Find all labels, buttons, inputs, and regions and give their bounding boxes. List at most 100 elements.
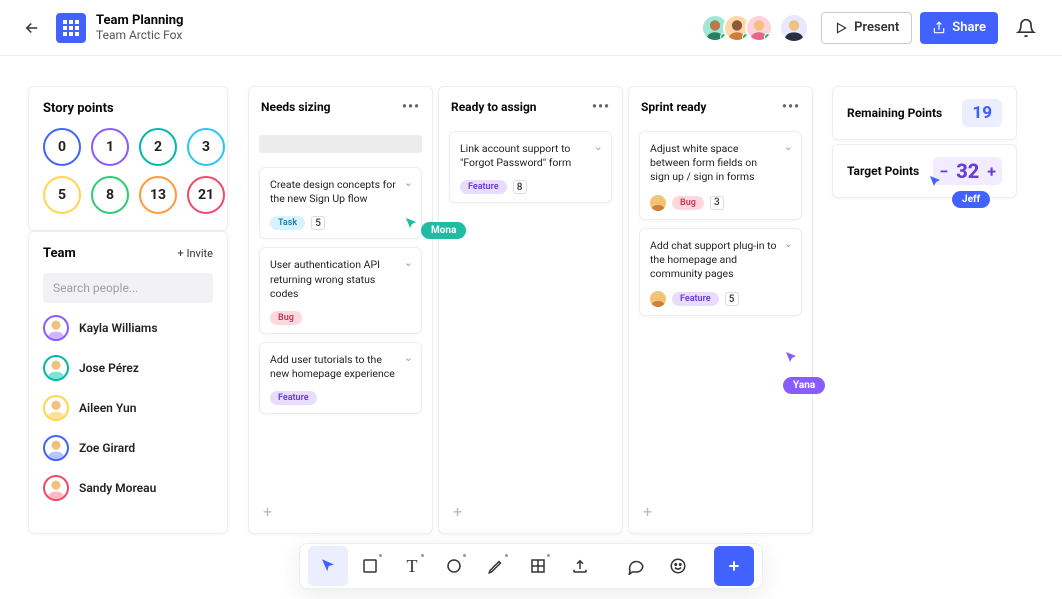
target-points-label: Target Points xyxy=(847,164,919,178)
share-button[interactable]: Share xyxy=(920,12,998,44)
circle-icon xyxy=(445,557,463,575)
chevron-down-icon[interactable]: ⌄ xyxy=(784,237,793,250)
team-member-row[interactable]: Sandy Moreau xyxy=(43,475,213,501)
story-point-chip[interactable]: 1 xyxy=(91,128,129,166)
tool-comment[interactable] xyxy=(616,546,656,586)
story-point-chip[interactable]: 3 xyxy=(187,128,225,166)
column-title: Sprint ready xyxy=(641,100,706,114)
board-title: Team Planning xyxy=(96,13,183,28)
add-card-button[interactable]: + xyxy=(259,496,422,527)
avatar xyxy=(43,475,69,501)
collaborator-mona-label: Mona xyxy=(421,222,466,239)
column-ready-to-assign: Ready to assign ••• ⌄Link account suppor… xyxy=(438,86,623,534)
remaining-points-widget: Remaining Points 19 xyxy=(832,86,1017,140)
avatar xyxy=(43,315,69,341)
cursor-icon xyxy=(405,217,417,229)
cursor-icon xyxy=(785,351,797,363)
team-member-row[interactable]: Aileen Yun xyxy=(43,395,213,421)
chevron-down-icon[interactable]: ⌄ xyxy=(784,140,793,153)
column-menu-button[interactable]: ••• xyxy=(592,99,610,115)
card-title: Adjust white space between form fields o… xyxy=(650,142,791,185)
tool-upload[interactable] xyxy=(560,546,600,586)
story-point-chip[interactable]: 0 xyxy=(43,128,81,166)
column-sprint-ready: Sprint ready ••• ⌄Adjust white space bet… xyxy=(628,86,813,534)
tool-pen[interactable] xyxy=(476,546,516,586)
story-point-chip[interactable]: 2 xyxy=(139,128,177,166)
cursor-icon xyxy=(929,175,941,187)
card-tag: Feature xyxy=(460,180,507,194)
task-card[interactable]: ⌄Add user tutorials to the new homepage … xyxy=(259,342,422,414)
target-points-value: 32 xyxy=(956,159,979,183)
tool-sticky-note[interactable] xyxy=(350,546,390,586)
story-point-chip[interactable]: 13 xyxy=(139,176,177,214)
card-title: Add chat support plug-in to the homepage… xyxy=(650,239,791,282)
tool-text[interactable]: T xyxy=(392,546,432,586)
card-tag: Bug xyxy=(672,196,704,210)
task-card[interactable]: ⌄Link account support to "Forgot Passwor… xyxy=(449,131,612,203)
presence-avatar-self[interactable] xyxy=(779,13,809,43)
grid-icon xyxy=(529,557,547,575)
back-button[interactable] xyxy=(20,16,44,40)
present-label: Present xyxy=(854,20,899,35)
task-card[interactable]: ⌄Create design concepts for the new Sign… xyxy=(259,167,422,239)
task-card[interactable]: ⌄Adjust white space between form fields … xyxy=(639,131,802,220)
team-member-name: Sandy Moreau xyxy=(79,481,156,495)
bottom-toolbar: T xyxy=(299,543,763,589)
tool-reactions[interactable] xyxy=(658,546,698,586)
column-menu-button[interactable]: ••• xyxy=(402,99,420,115)
add-card-button[interactable]: + xyxy=(639,496,802,527)
collaborator-mona-cursor: Mona xyxy=(405,206,466,239)
story-points-grid: 0123581321 xyxy=(43,128,213,214)
task-card[interactable]: ⌄User authentication API returning wrong… xyxy=(259,247,422,334)
column-menu-button[interactable]: ••• xyxy=(782,99,800,115)
chevron-down-icon[interactable]: ⌄ xyxy=(404,176,413,189)
add-card-button[interactable]: + xyxy=(449,496,612,527)
avatar xyxy=(43,355,69,381)
chevron-down-icon[interactable]: ⌄ xyxy=(404,351,413,364)
card-points: 5 xyxy=(725,292,739,306)
presence-avatars[interactable] xyxy=(707,13,809,43)
chevron-down-icon[interactable]: ⌄ xyxy=(594,140,603,153)
team-panel: Team + Invite Kayla WilliamsJose PérezAi… xyxy=(28,231,228,534)
presence-avatar[interactable] xyxy=(745,14,773,42)
team-member-row[interactable]: Kayla Williams xyxy=(43,315,213,341)
tool-select[interactable] xyxy=(308,546,348,586)
task-card[interactable]: ⌄Add chat support plug-in to the homepag… xyxy=(639,228,802,317)
story-point-chip[interactable]: 21 xyxy=(187,176,225,214)
column-needs-sizing: Needs sizing ••• ⌄Create design concepts… xyxy=(248,86,433,534)
invite-button[interactable]: + Invite xyxy=(178,247,213,260)
collaborator-jeff-label: Jeff xyxy=(952,191,990,208)
title-block[interactable]: Team Planning Team Arctic Fox xyxy=(96,13,183,42)
team-member-name: Kayla Williams xyxy=(79,321,158,335)
team-member-name: Aileen Yun xyxy=(79,401,136,415)
team-member-row[interactable]: Jose Pérez xyxy=(43,355,213,381)
story-points-panel: Story points 0123 58 13 21 xyxy=(28,86,228,231)
tool-shape[interactable] xyxy=(434,546,474,586)
card-points: 8 xyxy=(513,180,527,194)
story-point-chip[interactable]: 5 xyxy=(43,176,81,214)
story-points-title: Story points xyxy=(43,101,213,116)
search-people-input[interactable] xyxy=(43,273,213,303)
target-increment-button[interactable]: + xyxy=(987,162,996,181)
pen-icon xyxy=(487,557,505,575)
play-icon xyxy=(834,21,848,35)
app-logo[interactable] xyxy=(56,13,86,43)
team-list: Kayla Williams Jose Pérez Aileen Yun Zoe Gi… xyxy=(43,315,213,501)
chevron-down-icon[interactable]: ⌄ xyxy=(404,256,413,269)
present-button[interactable]: Present xyxy=(821,12,912,44)
column-title: Needs sizing xyxy=(261,100,331,114)
bell-icon xyxy=(1016,18,1036,38)
assignee-avatar xyxy=(650,291,666,307)
card-tag: Feature xyxy=(270,391,317,405)
notifications-button[interactable] xyxy=(1010,12,1042,44)
tool-add[interactable] xyxy=(714,546,754,586)
tool-frame[interactable] xyxy=(518,546,558,586)
target-points-stepper: − 32 + xyxy=(933,157,1002,185)
sticky-note-icon xyxy=(361,557,379,575)
team-member-row[interactable]: Zoe Girard xyxy=(43,435,213,461)
story-point-chip[interactable]: 8 xyxy=(91,176,129,214)
share-label: Share xyxy=(952,20,986,35)
assignee-avatar xyxy=(650,195,666,211)
card-points: 3 xyxy=(710,196,724,210)
card-title: Add user tutorials to the new homepage e… xyxy=(270,353,411,381)
